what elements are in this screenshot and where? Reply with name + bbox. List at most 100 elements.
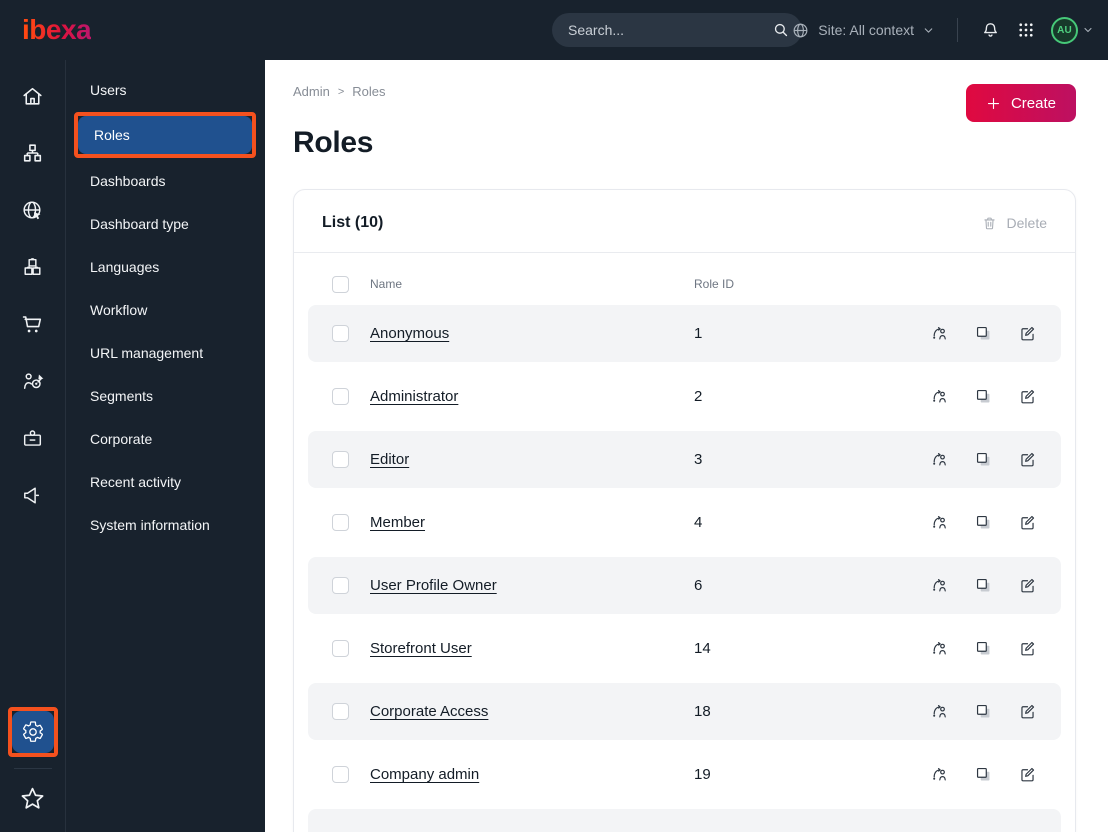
- table-row: Member 4: [308, 494, 1061, 551]
- edit-button[interactable]: [1018, 702, 1037, 721]
- assign-users-button[interactable]: [930, 576, 949, 595]
- app-switcher-button[interactable]: [1017, 21, 1035, 39]
- copy-icon: [974, 324, 993, 343]
- edit-button[interactable]: [1018, 639, 1037, 658]
- table-row: Administrator 2: [308, 368, 1061, 425]
- nav-admin-button[interactable]: [11, 711, 54, 753]
- edit-button[interactable]: [1018, 576, 1037, 595]
- select-all-checkbox[interactable]: [332, 275, 349, 293]
- role-name-link[interactable]: Member: [370, 514, 694, 531]
- row-checkbox[interactable]: [332, 325, 349, 342]
- search-input[interactable]: [568, 22, 772, 38]
- row-checkbox[interactable]: [332, 640, 349, 657]
- copy-button[interactable]: [974, 324, 993, 343]
- nav-site-button[interactable]: [11, 182, 55, 239]
- copy-button[interactable]: [974, 450, 993, 469]
- sidebar-item-users[interactable]: Users: [66, 68, 265, 111]
- user-menu[interactable]: AU: [1051, 16, 1094, 44]
- assign-users-button[interactable]: [930, 765, 949, 784]
- annotation-highlight: [7, 707, 58, 757]
- row-actions: [933, 639, 1037, 658]
- role-name-link[interactable]: Editor: [370, 451, 694, 468]
- rail-divider: [13, 768, 52, 769]
- create-button[interactable]: Create: [965, 84, 1076, 122]
- edit-button[interactable]: [1018, 765, 1037, 784]
- nav-corporate-button[interactable]: [11, 410, 55, 467]
- roles-list-card: List (10) Delete Name Role ID Anonymous …: [293, 189, 1076, 832]
- nav-personalization-button[interactable]: [11, 353, 55, 410]
- role-id-value: 6: [694, 577, 703, 594]
- breadcrumb-roles[interactable]: Roles: [352, 84, 385, 99]
- breadcrumb-admin[interactable]: Admin: [293, 84, 330, 99]
- sidebar-item-url-management[interactable]: URL management: [66, 331, 265, 374]
- annotation-highlight: Roles: [74, 112, 256, 158]
- copy-icon: [974, 702, 993, 721]
- row-actions: [933, 765, 1037, 784]
- table-row: Anonymous 1: [308, 305, 1061, 362]
- main-content: Admin > Roles Create Roles List (10) Del…: [265, 60, 1108, 832]
- copy-button[interactable]: [974, 387, 993, 406]
- nav-bookmarks-button[interactable]: [11, 778, 55, 818]
- edit-button[interactable]: [1018, 513, 1037, 532]
- list-title: List (10): [322, 214, 384, 231]
- global-search[interactable]: [552, 13, 802, 47]
- assign-users-button[interactable]: [930, 324, 949, 343]
- assign-users-button[interactable]: [930, 513, 949, 532]
- table-body: Anonymous 1 Administrator 2 Editor 3 Mem…: [308, 305, 1061, 832]
- edit-icon: [1018, 450, 1037, 469]
- sidebar-item-system-information[interactable]: System information: [66, 503, 265, 546]
- ibexa-logo[interactable]: ibexa: [22, 16, 92, 44]
- notifications-button[interactable]: [980, 20, 1001, 41]
- nav-commerce-button[interactable]: [11, 296, 55, 353]
- table-row: Editor 3: [308, 431, 1061, 488]
- site-context-selector[interactable]: Site: All context: [791, 21, 935, 40]
- app-window: ibexa Site: All context: [0, 0, 1108, 832]
- sidebar-item-roles[interactable]: Roles: [78, 116, 252, 154]
- copy-button[interactable]: [974, 576, 993, 595]
- row-checkbox[interactable]: [332, 514, 349, 531]
- edit-button[interactable]: [1018, 450, 1037, 469]
- role-name-link[interactable]: User Profile Owner: [370, 577, 694, 594]
- product-boxes-icon: [20, 255, 45, 280]
- nav-marketing-button[interactable]: [11, 467, 55, 524]
- role-name-link[interactable]: Anonymous: [370, 325, 694, 342]
- row-checkbox[interactable]: [332, 703, 349, 720]
- edit-icon: [1018, 639, 1037, 658]
- assign-users-button[interactable]: [930, 702, 949, 721]
- row-checkbox[interactable]: [332, 577, 349, 594]
- copy-icon: [974, 765, 993, 784]
- sidebar-item-workflow[interactable]: Workflow: [66, 288, 265, 331]
- sidebar-item-dashboard-type[interactable]: Dashboard type: [66, 202, 265, 245]
- column-header-role-id: Role ID: [694, 277, 735, 291]
- assign-users-button[interactable]: [930, 639, 949, 658]
- role-name-link[interactable]: Administrator: [370, 388, 694, 405]
- sidebar-item-corporate[interactable]: Corporate: [66, 417, 265, 460]
- nav-products-button[interactable]: [11, 239, 55, 296]
- site-context-label: Site: All context: [818, 22, 914, 38]
- person-target-icon: [20, 369, 45, 394]
- sidebar-item-dashboards[interactable]: Dashboards: [66, 159, 265, 202]
- assign-users-button[interactable]: [930, 450, 949, 469]
- row-actions: [933, 324, 1037, 343]
- edit-button[interactable]: [1018, 387, 1037, 406]
- delete-button[interactable]: Delete: [981, 215, 1047, 232]
- copy-button[interactable]: [974, 513, 993, 532]
- role-name-link[interactable]: Company admin: [370, 766, 694, 783]
- copy-button[interactable]: [974, 765, 993, 784]
- copy-icon: [974, 450, 993, 469]
- copy-button[interactable]: [974, 702, 993, 721]
- row-checkbox[interactable]: [332, 451, 349, 468]
- nav-content-button[interactable]: [11, 125, 55, 182]
- row-checkbox[interactable]: [332, 388, 349, 405]
- row-checkbox[interactable]: [332, 766, 349, 783]
- copy-button[interactable]: [974, 639, 993, 658]
- assign-users-button[interactable]: [930, 387, 949, 406]
- sidebar-item-languages[interactable]: Languages: [66, 245, 265, 288]
- nav-home-button[interactable]: [11, 68, 55, 125]
- edit-button[interactable]: [1018, 324, 1037, 343]
- role-name-link[interactable]: Corporate Access: [370, 703, 694, 720]
- sidebar-item-segments[interactable]: Segments: [66, 374, 265, 417]
- role-name-link[interactable]: Storefront User: [370, 640, 694, 657]
- sidebar-item-recent-activity[interactable]: Recent activity: [66, 460, 265, 503]
- topbar-divider: [957, 18, 958, 42]
